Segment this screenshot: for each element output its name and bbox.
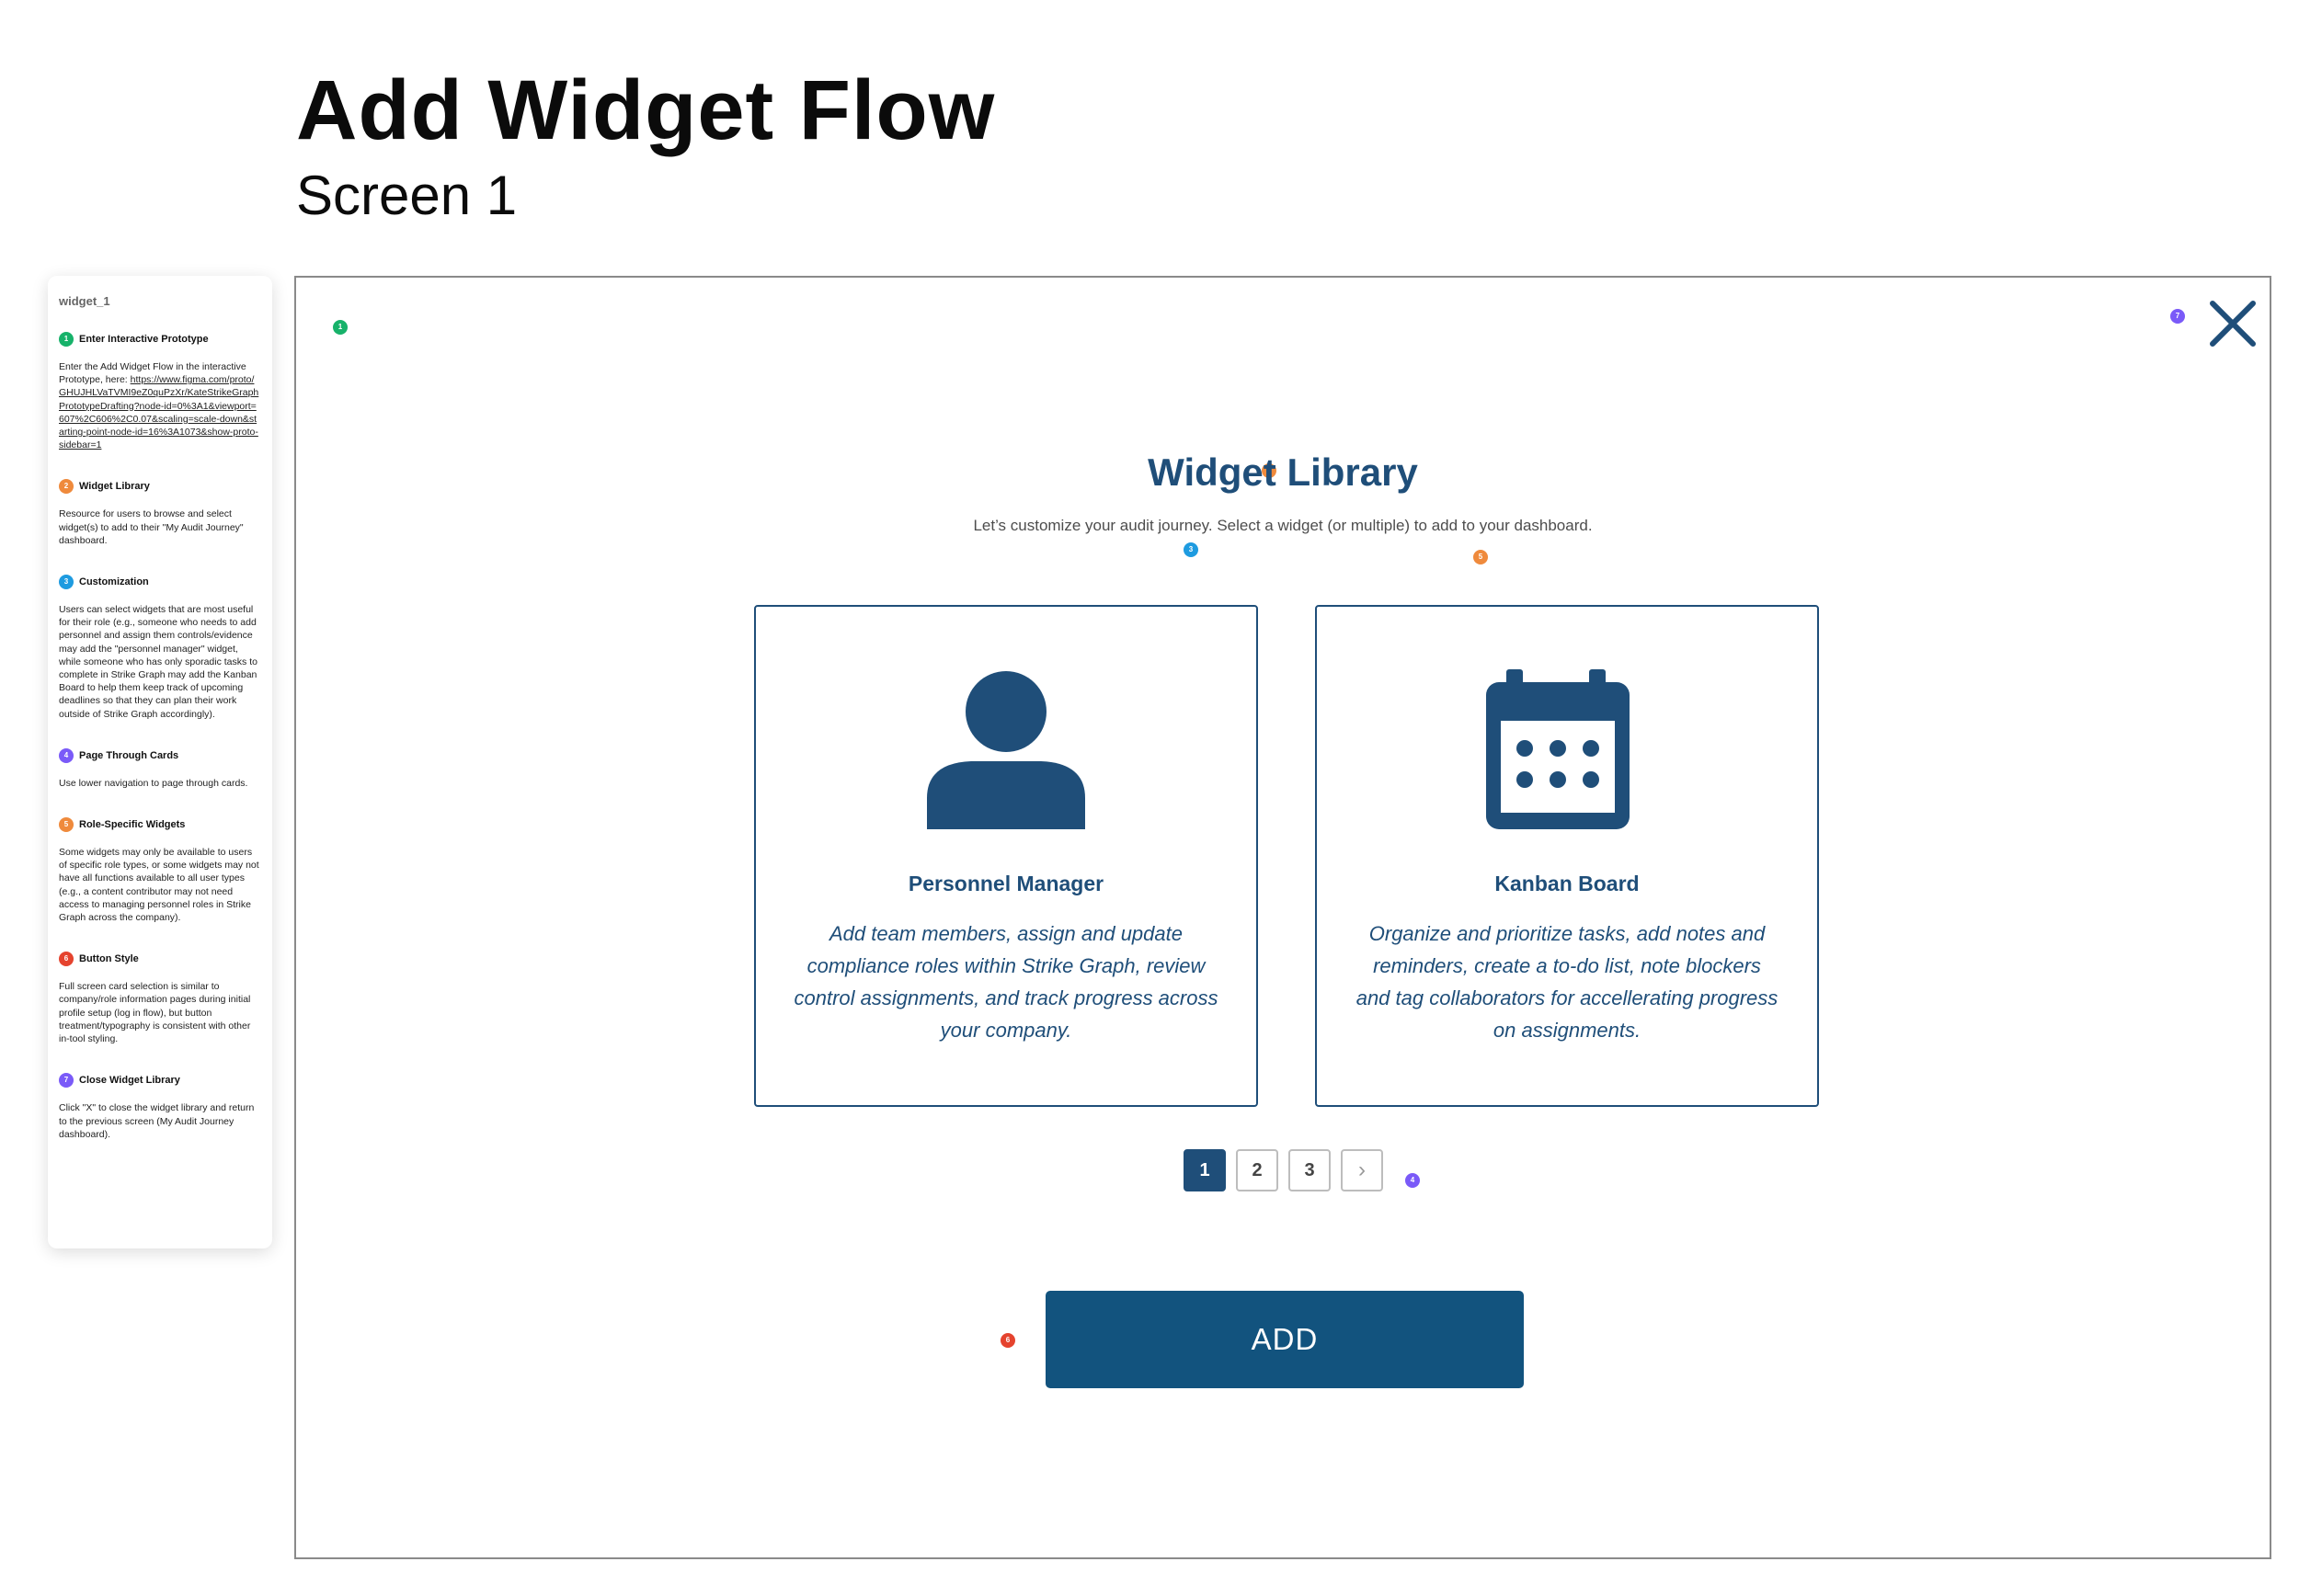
add-widget-button[interactable]: ADD bbox=[1046, 1291, 1524, 1388]
annotation-marker-4: 4 bbox=[1405, 1173, 1420, 1188]
widget-library-subtitle: Let’s customize your audit journey. Sele… bbox=[973, 517, 1593, 534]
note-6: 6 Button Style Full screen card selection… bbox=[59, 952, 261, 1045]
note-body: Full screen card selection is similar to… bbox=[59, 981, 251, 1045]
note-number-badge: 1 bbox=[59, 332, 74, 347]
note-number-badge: 3 bbox=[59, 575, 74, 590]
next-page-button[interactable]: › bbox=[1341, 1149, 1383, 1191]
card-pagination: 1 2 3 › bbox=[1184, 1149, 1383, 1191]
close-button[interactable] bbox=[2205, 296, 2260, 351]
widget-library-title: Widget Library bbox=[1148, 450, 1418, 494]
note-body: Use lower navigation to page through car… bbox=[59, 777, 248, 789]
close-icon bbox=[2210, 301, 2256, 347]
note-title: Button Style bbox=[79, 953, 139, 965]
annotation-marker-5: 5 bbox=[1473, 550, 1488, 564]
widget-card-personnel-manager[interactable]: Personnel Manager Add team members, assi… bbox=[754, 605, 1258, 1107]
widget-card-kanban-board[interactable]: Kanban Board Organize and prioritize tas… bbox=[1315, 605, 1819, 1107]
widget-card-description: Add team members, assign and update comp… bbox=[794, 922, 1218, 1042]
note-title: Enter Interactive Prototype bbox=[79, 334, 209, 345]
chevron-right-icon: › bbox=[1358, 1157, 1366, 1182]
note-5: 5 Role-Specific Widgets Some widgets may … bbox=[59, 817, 261, 924]
note-title: Customization bbox=[79, 576, 149, 588]
note-title: Close Widget Library bbox=[79, 1075, 180, 1087]
note-4: 4 Page Through Cards Use lower navigation… bbox=[59, 747, 261, 790]
prototype-link[interactable]: https://www.figma.com/proto/GHUJHLVaTVMI… bbox=[59, 374, 258, 450]
annotation-marker-7: 7 bbox=[2170, 309, 2185, 324]
page-button-2[interactable]: 2 bbox=[1236, 1149, 1278, 1191]
calendar-icon bbox=[1317, 667, 1817, 833]
page-title: Add Widget Flow bbox=[296, 63, 996, 157]
annotation-panel: widget_1 1 Enter Interactive Prototype En… bbox=[48, 276, 272, 1248]
note-number-badge: 7 bbox=[59, 1073, 74, 1089]
note-title: Role-Specific Widgets bbox=[79, 819, 186, 831]
annotation-marker-6: 6 bbox=[1001, 1333, 1015, 1348]
person-icon bbox=[756, 667, 1256, 833]
note-body: Users can select widgets that are most u… bbox=[59, 604, 257, 720]
note-title: Page Through Cards bbox=[79, 749, 179, 761]
page-button-1[interactable]: 1 bbox=[1184, 1149, 1226, 1191]
page-button-3[interactable]: 3 bbox=[1288, 1149, 1331, 1191]
note-title: Widget Library bbox=[79, 481, 150, 493]
widget-card-title: Personnel Manager bbox=[908, 872, 1104, 895]
note-2: 2 Widget Library Resource for users to br… bbox=[59, 479, 261, 547]
note-number-badge: 6 bbox=[59, 952, 74, 967]
annotation-marker-3: 3 bbox=[1184, 542, 1198, 557]
note-body: Resource for users to browse and select … bbox=[59, 508, 244, 546]
note-body: Some widgets may only be available to us… bbox=[59, 847, 259, 924]
page-subtitle: Screen 1 bbox=[296, 165, 518, 226]
note-number-badge: 2 bbox=[59, 479, 74, 495]
widget-card-description: Organize and prioritize tasks, add notes… bbox=[1355, 922, 1779, 1042]
widget-library-screen: 1 2 3 4 5 6 7 Widget Library Let’s custo… bbox=[294, 276, 2271, 1559]
note-1: 1 Enter Interactive Prototype Enter the A… bbox=[59, 332, 261, 451]
note-3: 3 Customization Users can select widgets … bbox=[59, 575, 261, 721]
annotation-marker-1: 1 bbox=[333, 320, 348, 335]
note-body: Click "X" to close the widget library an… bbox=[59, 1102, 255, 1140]
note-7: 7 Close Widget Library Click "X" to close… bbox=[59, 1073, 261, 1141]
note-number-badge: 5 bbox=[59, 817, 74, 833]
note-body: Enter the Add Widget Flow in the interac… bbox=[59, 360, 261, 451]
widget-card-title: Kanban Board bbox=[1494, 872, 1640, 895]
annotation-panel-header: widget_1 bbox=[59, 294, 110, 308]
note-number-badge: 4 bbox=[59, 747, 74, 763]
